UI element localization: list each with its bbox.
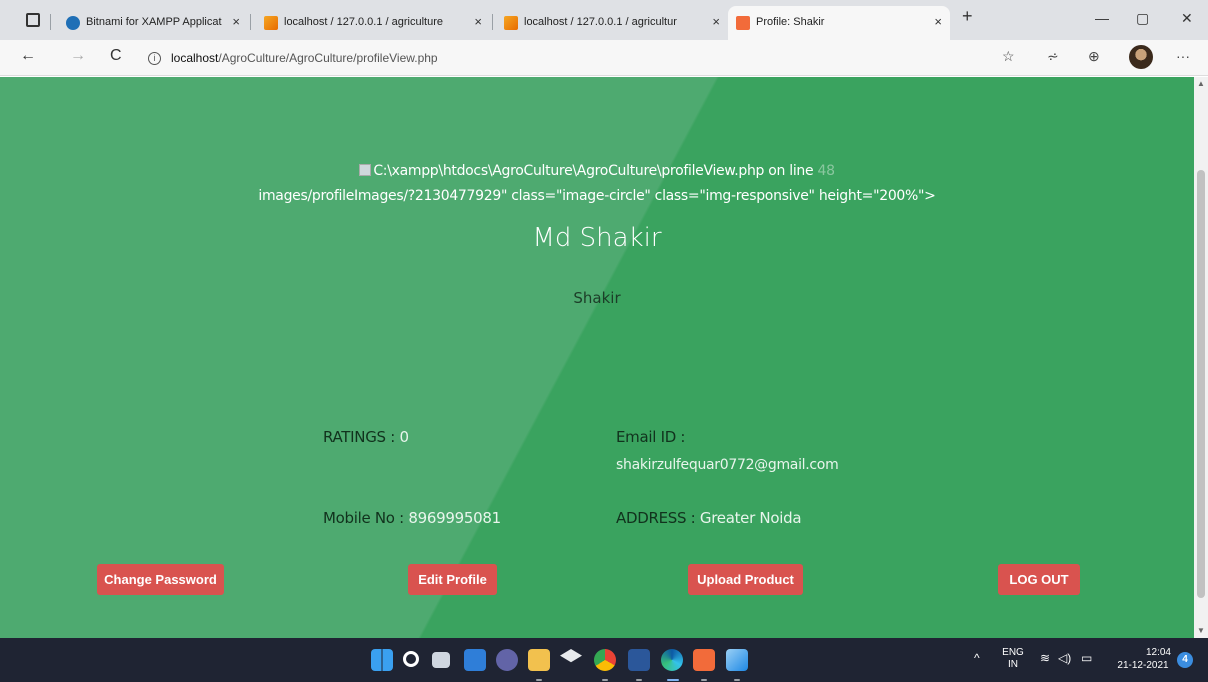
edge-icon[interactable] (661, 649, 683, 671)
widgets-icon[interactable] (464, 649, 486, 671)
show-hidden-icons[interactable]: ^ (974, 651, 980, 665)
photos-icon[interactable] (726, 649, 748, 671)
change-password-button[interactable]: Change Password (97, 564, 224, 595)
back-button[interactable]: ← (20, 47, 36, 65)
email-label: Email ID : (616, 428, 686, 446)
edit-profile-button[interactable]: Edit Profile (408, 564, 497, 595)
ratings-value: 0 (399, 428, 409, 446)
active-indicator (667, 679, 679, 681)
tab-close-icon[interactable]: × (232, 14, 240, 29)
active-indicator (636, 679, 642, 681)
language-indicator[interactable]: ENG IN (1000, 647, 1026, 671)
ratings-field: RATINGS : 0 (323, 428, 409, 446)
clock-date: 21-12-2021 (1117, 660, 1169, 671)
favorite-icon[interactable]: ☆ (1002, 48, 1015, 65)
address-field: ADDRESS : Greater Noida (616, 509, 802, 527)
email-value: shakirzulfequar0772@gmail.com (616, 457, 839, 473)
file-explorer-icon[interactable] (528, 649, 550, 671)
tab-profile-shakir[interactable]: Profile: Shakir × (728, 6, 950, 40)
tab-separator (50, 14, 51, 30)
xampp-icon (736, 16, 750, 30)
tab-title: Bitnami for XAMPP Application N (86, 16, 222, 28)
tab-close-icon[interactable]: × (474, 14, 482, 29)
tab-phpmyadmin-1[interactable]: localhost / 127.0.0.1 / agriculture × (256, 6, 490, 40)
active-indicator (734, 679, 740, 681)
forward-button[interactable]: → (70, 47, 86, 65)
profile-username: Shakir (573, 289, 621, 307)
volume-icon[interactable]: ◁) (1058, 651, 1071, 665)
active-indicator (602, 679, 608, 681)
profile-full-name: Md Shakir (532, 223, 662, 253)
phpmyadmin-icon (504, 16, 518, 30)
profile-avatar[interactable] (1129, 45, 1153, 69)
reload-button[interactable]: C (110, 47, 122, 65)
clock-time: 12:04 (1145, 647, 1171, 658)
url-host: localhost (171, 51, 219, 65)
tab-title: localhost / 127.0.0.1 / agricultur (524, 16, 677, 28)
email-field: Email ID : shakirzulfequar0772@gmail.com (616, 428, 839, 473)
active-indicator (701, 679, 707, 681)
site-info-icon[interactable]: i (148, 52, 161, 66)
broken-image-icon (359, 164, 372, 176)
windows-taskbar: ^ ENG IN ≋ ◁) ▭ 12:04 21-12-2021 4 (0, 638, 1208, 682)
scroll-up-icon[interactable]: ▲ (1197, 79, 1205, 88)
tab-title: Profile: Shakir (756, 16, 825, 28)
xampp-taskbar-icon[interactable] (693, 649, 715, 671)
mobile-label: Mobile No : (323, 509, 409, 527)
task-view-icon[interactable] (432, 652, 450, 668)
page-scrollbar[interactable]: ▲ ▼ (1194, 77, 1208, 638)
tab-bitnami[interactable]: Bitnami for XAMPP Application N × (58, 6, 248, 40)
region-code: IN (1008, 659, 1018, 670)
profile-page: C:\xampp\htdocs\AgroCulture\AgroCulture\… (0, 77, 1194, 638)
error-path-text: C:\xampp\htdocs\AgroCulture\AgroCulture\… (373, 163, 814, 179)
notification-badge[interactable]: 4 (1177, 652, 1193, 668)
collections-icon[interactable]: ⊕ (1088, 48, 1100, 65)
address-label: ADDRESS : (616, 509, 700, 527)
browser-toolbar: ← → C i localhost/AgroCulture/AgroCulture… (0, 40, 1208, 76)
new-tab-button[interactable]: + (962, 6, 973, 27)
search-icon[interactable] (403, 651, 419, 667)
active-indicator (536, 679, 542, 681)
clock[interactable]: 12:04 21-12-2021 (1115, 646, 1171, 672)
broken-image-error-line: C:\xampp\htdocs\AgroCulture\AgroCulture\… (0, 163, 1194, 179)
url-path: /AgroCulture/AgroCulture/profileView.php (218, 51, 438, 65)
battery-icon[interactable]: ▭ (1081, 651, 1092, 665)
dropbox-icon[interactable] (560, 649, 582, 663)
minimize-button[interactable]: — (1095, 10, 1109, 26)
mobile-field: Mobile No : 8969995081 (323, 509, 501, 527)
tab-actions-icon[interactable] (26, 13, 40, 27)
bitnami-icon (66, 16, 80, 30)
start-icon[interactable] (371, 649, 393, 671)
chrome-icon[interactable] (594, 649, 616, 671)
broken-image-markup-text: images/profileImages/?2130477929" class=… (258, 188, 936, 204)
wifi-icon[interactable]: ≋ (1040, 651, 1050, 665)
tab-close-icon[interactable]: × (934, 14, 942, 29)
tab-separator (492, 14, 493, 30)
tab-close-icon[interactable]: × (712, 14, 720, 29)
address-value: Greater Noida (699, 509, 802, 527)
tab-title: localhost / 127.0.0.1 / agriculture (284, 16, 443, 28)
language-code: ENG (1002, 647, 1024, 658)
maximize-button[interactable]: ▢ (1136, 10, 1149, 27)
chat-icon[interactable] (496, 649, 518, 671)
tab-separator (250, 14, 251, 30)
more-menu-icon[interactable]: ··· (1176, 48, 1190, 64)
ratings-label: RATINGS : (323, 428, 400, 446)
browser-tab-bar: Bitnami for XAMPP Application N × localh… (0, 0, 1208, 40)
close-window-button[interactable]: ✕ (1181, 10, 1193, 27)
address-bar[interactable]: i localhost/AgroCulture/AgroCulture/profi… (148, 46, 748, 70)
scrollbar-thumb[interactable] (1197, 170, 1205, 598)
mobile-value: 8969995081 (408, 509, 501, 527)
phpmyadmin-icon (264, 16, 278, 30)
upload-product-button[interactable]: Upload Product (688, 564, 803, 595)
tab-phpmyadmin-2[interactable]: localhost / 127.0.0.1 / agricultur × (496, 6, 728, 40)
favorites-list-icon[interactable]: ⩫ (1047, 48, 1059, 65)
word-icon[interactable] (628, 649, 650, 671)
error-line-number: 48 (817, 163, 835, 179)
logout-button[interactable]: LOG OUT (998, 564, 1080, 595)
scroll-down-icon[interactable]: ▼ (1197, 626, 1205, 635)
